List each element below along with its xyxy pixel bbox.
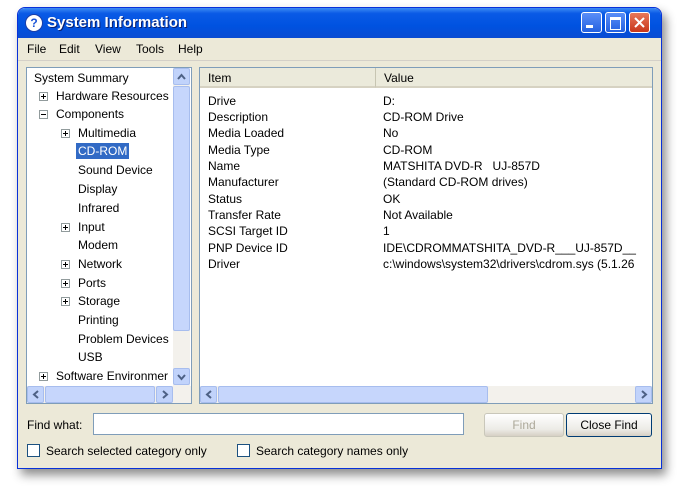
chevron-left-icon [205, 390, 212, 399]
row-item: SCSI Target ID [208, 224, 288, 238]
expand-icon[interactable] [61, 279, 70, 288]
expand-icon[interactable] [39, 92, 48, 101]
scroll-right-button[interactable] [635, 386, 652, 403]
row-value: OK [383, 192, 401, 206]
find-button[interactable]: Find [484, 413, 564, 437]
column-header-item[interactable]: Item [200, 68, 376, 88]
menu-view[interactable]: View [95, 42, 121, 56]
row-value: Not Available [383, 208, 453, 222]
expand-icon[interactable] [61, 297, 70, 306]
collapse-icon[interactable] [39, 110, 48, 119]
menu-file[interactable]: File [27, 42, 46, 56]
details-horizontal-scrollbar[interactable] [200, 386, 652, 403]
scroll-thumb[interactable] [218, 386, 488, 403]
chevron-down-icon [177, 374, 186, 381]
menu-bar: File Edit View Tools Help [18, 38, 661, 61]
row-item: Manufacturer [208, 175, 279, 189]
search-selected-category-checkbox[interactable] [27, 444, 40, 457]
maximize-icon [610, 17, 621, 30]
row-value: (Standard CD-ROM drives) [383, 175, 528, 189]
row-item: Media Type [208, 143, 270, 157]
row-value: c:\windows\system32\drivers\cdrom.sys (5… [383, 257, 635, 271]
row-value: CD-ROM [383, 143, 433, 157]
close-button[interactable] [629, 12, 650, 33]
find-what-input[interactable] [93, 413, 464, 435]
scroll-down-button[interactable] [173, 368, 190, 385]
row-item: Description [208, 110, 269, 124]
scroll-left-button[interactable] [27, 386, 44, 403]
row-value: MATSHITA DVD-R UJ-857D [383, 159, 540, 173]
minimize-icon [586, 25, 593, 28]
tree-item-multimedia[interactable]: Multimedia [78, 125, 136, 141]
tree-item-cd-rom[interactable]: CD-ROM [74, 142, 131, 160]
row-item: Driver [208, 257, 240, 271]
chevron-up-icon [177, 73, 186, 80]
tree-item-software-environment[interactable]: Software Environmer [56, 368, 168, 384]
tree-item-display[interactable]: Display [78, 181, 117, 197]
row-value: CD-ROM Drive [383, 110, 464, 124]
tree-item-usb[interactable]: USB [78, 349, 103, 365]
row-item: Drive [208, 94, 237, 108]
tree-item-printing[interactable]: Printing [78, 312, 119, 328]
tree-item-storage[interactable]: Storage [78, 293, 120, 309]
expand-icon[interactable] [61, 260, 70, 269]
menu-tools[interactable]: Tools [136, 42, 164, 56]
search-category-names-label[interactable]: Search category names only [256, 444, 408, 458]
row-item: Media Loaded [208, 126, 285, 140]
scroll-thumb[interactable] [45, 386, 155, 403]
chevron-right-icon [641, 390, 648, 399]
row-item: Status [208, 192, 243, 206]
menu-help[interactable]: Help [178, 42, 203, 56]
search-category-names-checkbox[interactable] [237, 444, 250, 457]
column-header-value[interactable]: Value [376, 68, 652, 88]
chevron-left-icon [32, 390, 39, 399]
expand-icon[interactable] [61, 129, 70, 138]
tree-item-system-summary[interactable]: System Summary [34, 70, 129, 86]
row-item: Transfer Rate [208, 208, 281, 222]
tree-item-modem[interactable]: Modem [78, 237, 118, 253]
close-find-button[interactable]: Close Find [566, 413, 652, 437]
system-information-window: ? System Information File Edit View Tool… [17, 7, 662, 469]
tree-item-components[interactable]: Components [56, 106, 124, 122]
expand-icon[interactable] [61, 223, 70, 232]
row-value: 1 [383, 224, 390, 238]
search-selected-category-label[interactable]: Search selected category only [46, 444, 207, 458]
tree-item-hardware-resources[interactable]: Hardware Resources [56, 88, 169, 104]
title-bar[interactable]: ? System Information [18, 8, 661, 38]
scroll-up-button[interactable] [173, 68, 190, 85]
tree-item-network[interactable]: Network [78, 256, 122, 272]
row-item: Name [208, 159, 241, 173]
tree-item-ports[interactable]: Ports [78, 275, 106, 291]
details-list[interactable]: Item Value Drive D: Description CD-ROM D… [199, 67, 653, 404]
tree-item-infrared[interactable]: Infrared [78, 200, 119, 216]
menu-edit[interactable]: Edit [59, 42, 80, 56]
window-title: System Information [47, 14, 188, 31]
expand-icon[interactable] [39, 372, 48, 381]
row-value: D: [383, 94, 395, 108]
row-value: No [383, 126, 399, 140]
tree-item-sound-device[interactable]: Sound Device [78, 162, 153, 178]
tree-vertical-scrollbar[interactable] [173, 68, 190, 386]
help-circle-icon: ? [25, 14, 43, 32]
maximize-button[interactable] [605, 12, 626, 33]
row-item: PNP Device ID [208, 241, 288, 255]
minimize-button[interactable] [581, 12, 602, 33]
scroll-thumb[interactable] [173, 86, 190, 331]
tree-item-problem-devices[interactable]: Problem Devices [78, 331, 169, 347]
scroll-right-button[interactable] [156, 386, 173, 403]
row-value: IDE\CDROMMATSHITA_DVD-R___UJ-857D__ [383, 241, 636, 255]
tree-horizontal-scrollbar[interactable] [27, 386, 191, 403]
scroll-left-button[interactable] [200, 386, 217, 403]
category-tree[interactable]: System Summary Hardware Resources Compon… [26, 67, 192, 404]
find-what-label: Find what: [27, 418, 83, 432]
tree-item-input[interactable]: Input [78, 219, 105, 235]
chevron-right-icon [162, 390, 169, 399]
close-icon [634, 17, 645, 28]
